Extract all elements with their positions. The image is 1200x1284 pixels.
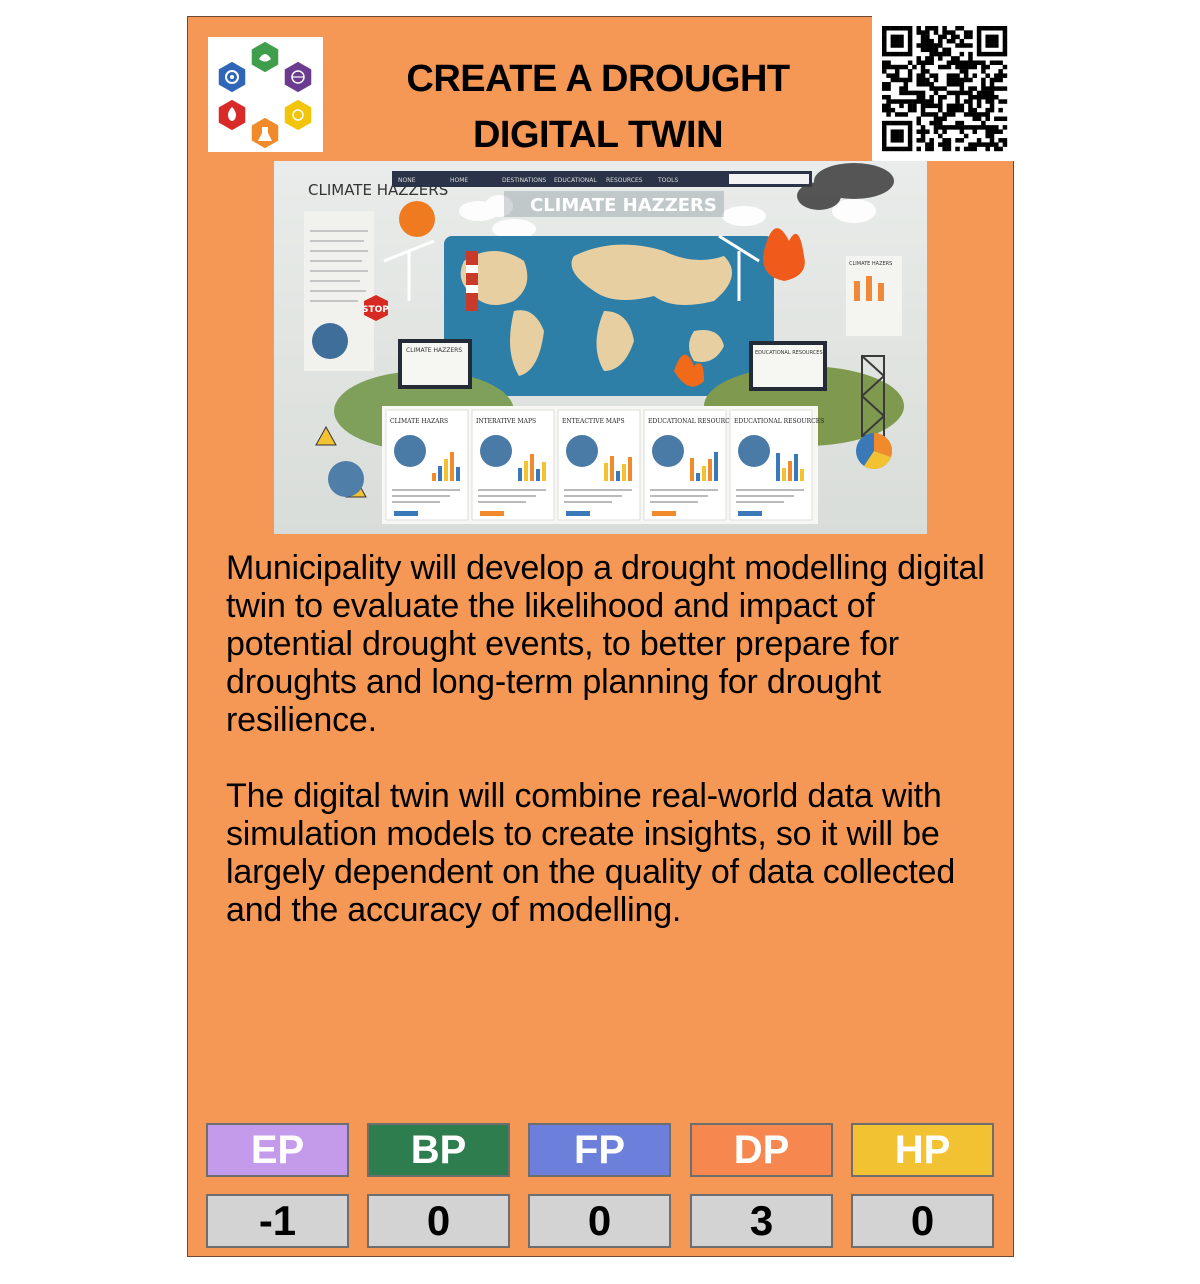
stat-value-ep: -1 — [206, 1194, 349, 1248]
svg-text:INTERATIVE MAPS: INTERATIVE MAPS — [476, 418, 536, 425]
card-title: CREATE A DROUGHT DIGITAL TWIN — [358, 51, 838, 163]
hero-nav-item: HOME — [450, 177, 468, 184]
hero-panel: INTERATIVE MAPS — [471, 409, 555, 521]
hero-banner-title: CLIMATE HAZZERS — [530, 195, 717, 216]
stat-value-hp: 0 — [851, 1194, 994, 1248]
hexagon-logo-icon — [208, 37, 323, 152]
drought-digital-twin-card: CREATE A DROUGHT DIGITAL TWIN CLIMATE HA… — [187, 16, 1017, 1257]
description-paragraph-1: Municipality will develop a drought mode… — [226, 549, 985, 739]
hero-stop-sign: STOP — [362, 305, 389, 315]
qr-code-icon[interactable] — [872, 16, 1017, 161]
hero-monitor-left: CLIMATE HAZZERS — [406, 347, 462, 354]
stat-value-bp: 0 — [367, 1194, 510, 1248]
climate-hazards-illustration: CLIMATE HAZZERS NONE HOME DESTINATIONS EDUC… — [274, 161, 927, 534]
svg-text:ENTEACTIVE MAPS: ENTEACTIVE MAPS — [562, 418, 625, 425]
stat-label-bp: BP — [367, 1123, 510, 1177]
stat-label-ep: EP — [206, 1123, 349, 1177]
hero-nav-item: TOOLS — [657, 177, 678, 184]
stat-label-hp: HP — [851, 1123, 994, 1177]
svg-text:EDUCATIONAL RESOURCES: EDUCATIONAL RESOURCES — [648, 418, 738, 425]
stat-value-dp: 3 — [690, 1194, 833, 1248]
card-description: Municipality will develop a drought mode… — [226, 549, 986, 967]
card-title-line-1: CREATE A DROUGHT — [406, 58, 790, 100]
hero-panel: EDUCATIONAL RESOURCES — [729, 409, 824, 521]
description-paragraph-2: The digital twin will combine real-world… — [226, 777, 956, 929]
hero-nav-item: RESOURCES — [606, 177, 643, 184]
stat-value-fp: 0 — [528, 1194, 671, 1248]
card-title-line-2: DIGITAL TWIN — [472, 114, 724, 156]
stat-label-fp: FP — [528, 1123, 671, 1177]
hero-monitor-right: EDUCATIONAL RESOURCES — [755, 350, 823, 356]
hero-panel: ENTEACTIVE MAPS — [557, 409, 641, 521]
hero-nav-item: NONE — [398, 177, 416, 184]
hero-panel: CLIMATE HAZARS — [385, 409, 469, 521]
hero-panel: EDUCATIONAL RESOURCES — [643, 409, 738, 521]
hero-nav-item: EDUCATIONAL — [554, 177, 597, 184]
svg-text:CLIMATE HAZARS: CLIMATE HAZARS — [390, 418, 448, 425]
hero-nav-item: DESTINATIONS — [502, 177, 546, 184]
hero-side-panel: CLIMATE HAZERS — [849, 261, 892, 267]
stat-label-dp: DP — [690, 1123, 833, 1177]
svg-text:EDUCATIONAL RESOURCES: EDUCATIONAL RESOURCES — [734, 418, 824, 425]
